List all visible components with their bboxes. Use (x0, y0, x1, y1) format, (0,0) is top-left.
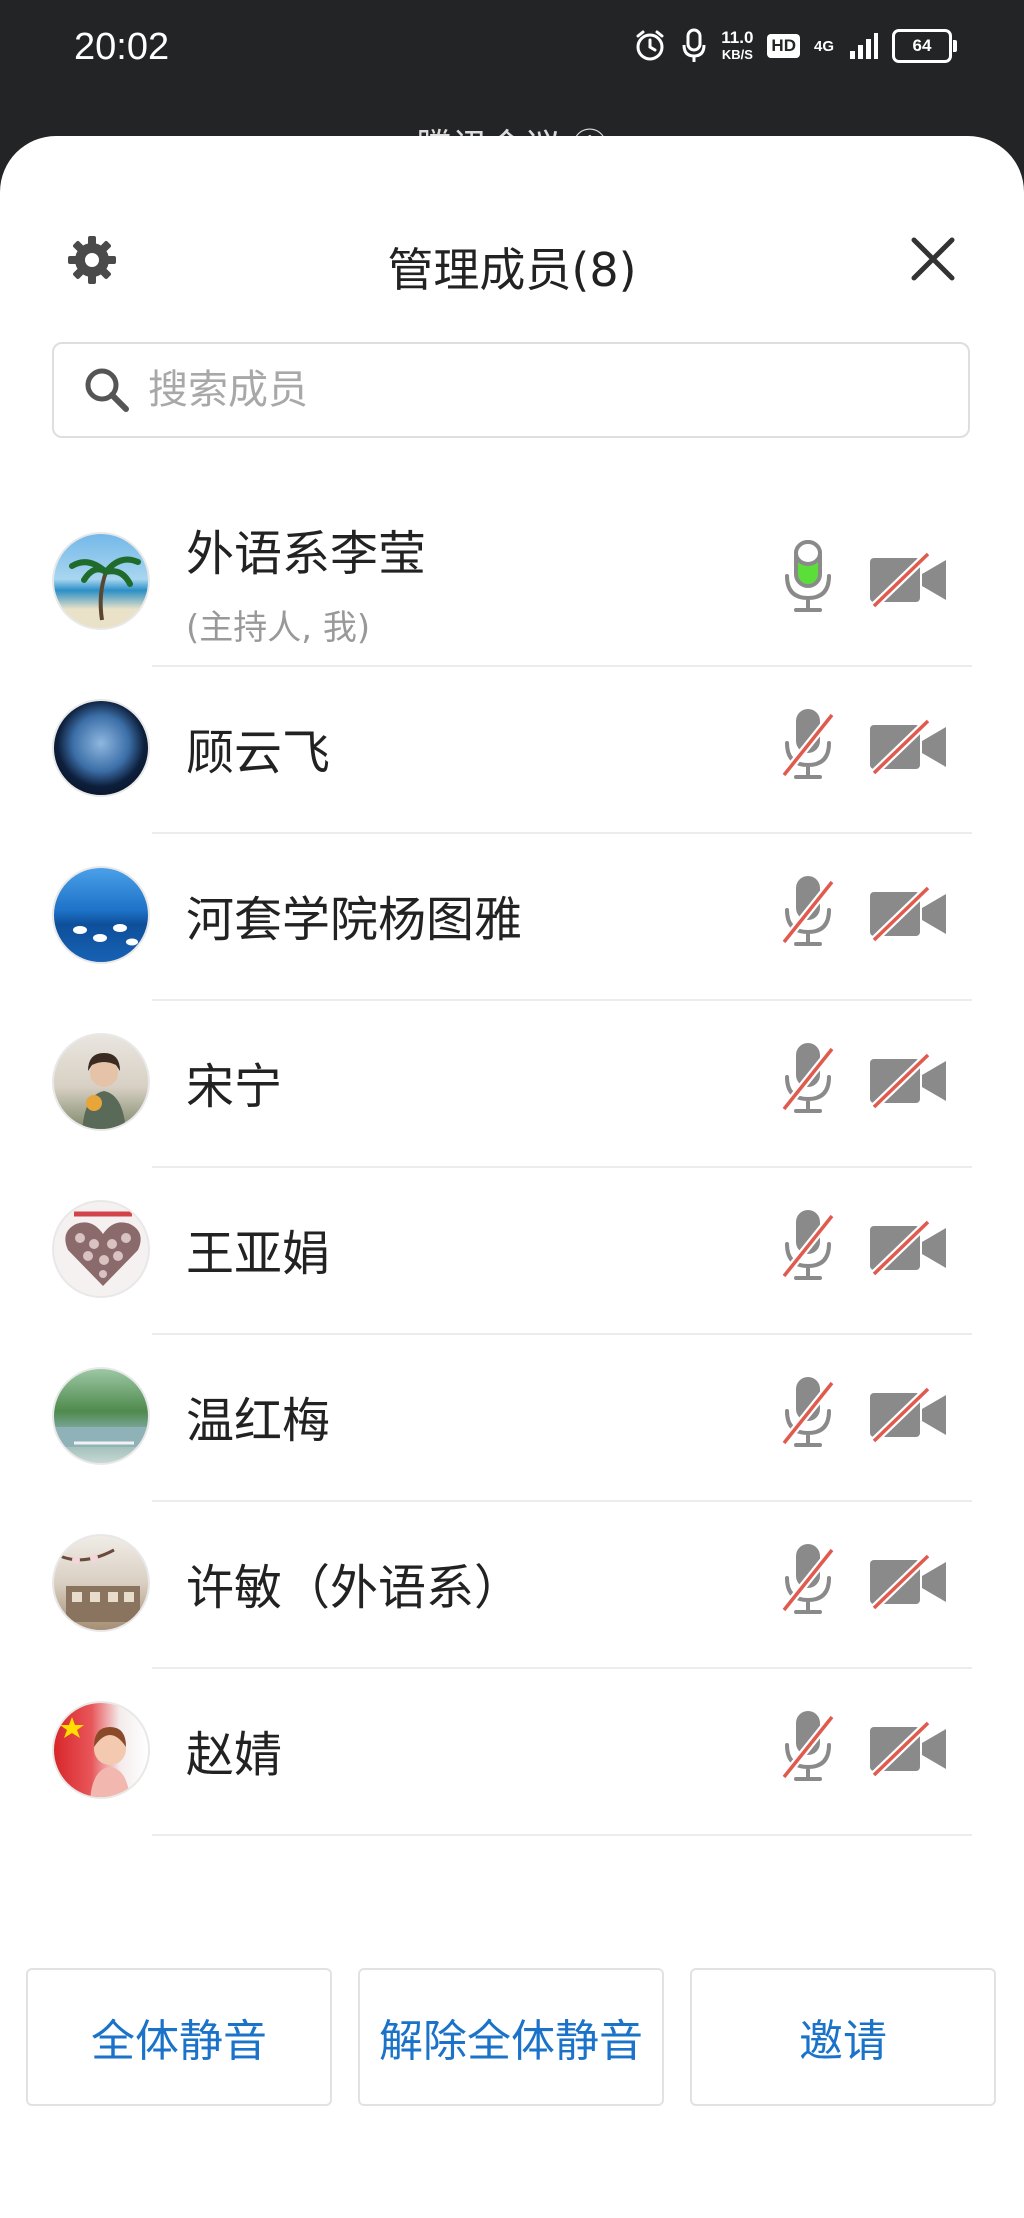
camera-off-icon[interactable] (868, 886, 948, 942)
member-name: 外语系李莹 (186, 526, 427, 582)
avatar (52, 532, 150, 630)
camera-off-icon[interactable] (868, 1721, 948, 1777)
swans-image (73, 924, 138, 946)
avatar (52, 1534, 150, 1632)
member-name: 许敏（外语系） (186, 1560, 523, 1616)
network-speed: 11.0 KB/S (721, 29, 753, 63)
avatar (52, 1701, 150, 1799)
member-row[interactable]: 温红梅 (0, 1335, 1024, 1502)
microphone-muted-icon[interactable] (780, 1707, 836, 1783)
microphone-muted-icon[interactable] (780, 1373, 836, 1449)
member-role: (主持人, 我) (186, 608, 371, 648)
member-name: 赵婧 (186, 1727, 283, 1783)
network-speed-unit: KB/S (721, 47, 753, 62)
hd-badge: HD (767, 34, 800, 58)
signal-icon (850, 33, 878, 59)
member-row[interactable]: 赵婧 (0, 1669, 1024, 1836)
avatar (52, 1200, 150, 1298)
palm-tree-image (69, 556, 141, 621)
microphone-muted-icon[interactable] (780, 1039, 836, 1115)
invite-button[interactable]: 邀请 (690, 1968, 996, 2106)
status-icons: 11.0 KB/S HD 4G 64 (633, 28, 957, 64)
sheet-header: 管理成员(8) (0, 136, 1024, 306)
network-type: 4G (813, 37, 834, 55)
member-name: 河套学院杨图雅 (186, 892, 523, 948)
member-row[interactable]: 王亚娟 (0, 1168, 1024, 1335)
unmute-all-button[interactable]: 解除全体静音 (358, 1968, 664, 2106)
status-bar: 20:02 11.0 KB/S HD 4G 64 腾讯会议 ⓘ (0, 0, 1024, 168)
building-image (59, 1548, 140, 1622)
camera-off-icon[interactable] (868, 719, 948, 775)
avatar (52, 866, 150, 964)
camera-off-icon[interactable] (868, 1387, 948, 1443)
close-icon[interactable] (908, 234, 958, 284)
member-row[interactable]: 外语系李莹 (主持人, 我) (0, 500, 1024, 667)
camera-off-icon[interactable] (868, 1053, 948, 1109)
person-photo (82, 1053, 126, 1129)
member-search-input[interactable] (146, 366, 930, 414)
microphone-active-icon[interactable] (780, 538, 836, 614)
member-name: 王亚娟 (186, 1226, 331, 1282)
battery-indicator: 64 (892, 29, 957, 63)
row-divider (152, 1834, 972, 1836)
member-name: 顾云飞 (186, 725, 331, 781)
action-bar: 全体静音 解除全体静音 邀请 (0, 1968, 1024, 2108)
microphone-muted-icon[interactable] (780, 1540, 836, 1616)
member-row[interactable]: 宋宁 (0, 1001, 1024, 1168)
photo-collage-heart-image (65, 1211, 141, 1286)
member-name: 温红梅 (186, 1393, 331, 1449)
manage-members-sheet: 管理成员(8) 外语系李莹 (主持人, 我) (0, 136, 1024, 2218)
microphone-muted-icon[interactable] (780, 1206, 836, 1282)
mute-all-button[interactable]: 全体静音 (26, 1968, 332, 2106)
member-search-box[interactable] (52, 342, 970, 438)
avatar (52, 1367, 150, 1465)
network-speed-value: 11.0 (721, 28, 754, 47)
avatar (52, 699, 150, 797)
member-name: 宋宁 (186, 1059, 283, 1115)
microphone-status-icon (682, 28, 706, 62)
park-pond-image (54, 1427, 148, 1447)
member-row[interactable]: 许敏（外语系） (0, 1502, 1024, 1669)
microphone-muted-icon[interactable] (780, 705, 836, 781)
camera-off-icon[interactable] (868, 1554, 948, 1610)
search-icon (85, 368, 129, 412)
microphone-muted-icon[interactable] (780, 872, 836, 948)
camera-off-icon[interactable] (868, 1220, 948, 1276)
avatar (52, 1033, 150, 1131)
status-time: 20:02 (74, 26, 170, 68)
camera-off-icon[interactable] (868, 552, 948, 608)
alarm-icon (636, 30, 664, 61)
flag-child-image (60, 1717, 130, 1797)
member-row[interactable]: 河套学院杨图雅 (0, 834, 1024, 1001)
member-list: 外语系李莹 (主持人, 我) 顾云飞 河套学院杨图雅 宋宁 王亚娟 温红梅 许敏… (0, 500, 1024, 1836)
sheet-title: 管理成员(8) (387, 243, 637, 297)
member-row[interactable]: 顾云飞 (0, 667, 1024, 834)
